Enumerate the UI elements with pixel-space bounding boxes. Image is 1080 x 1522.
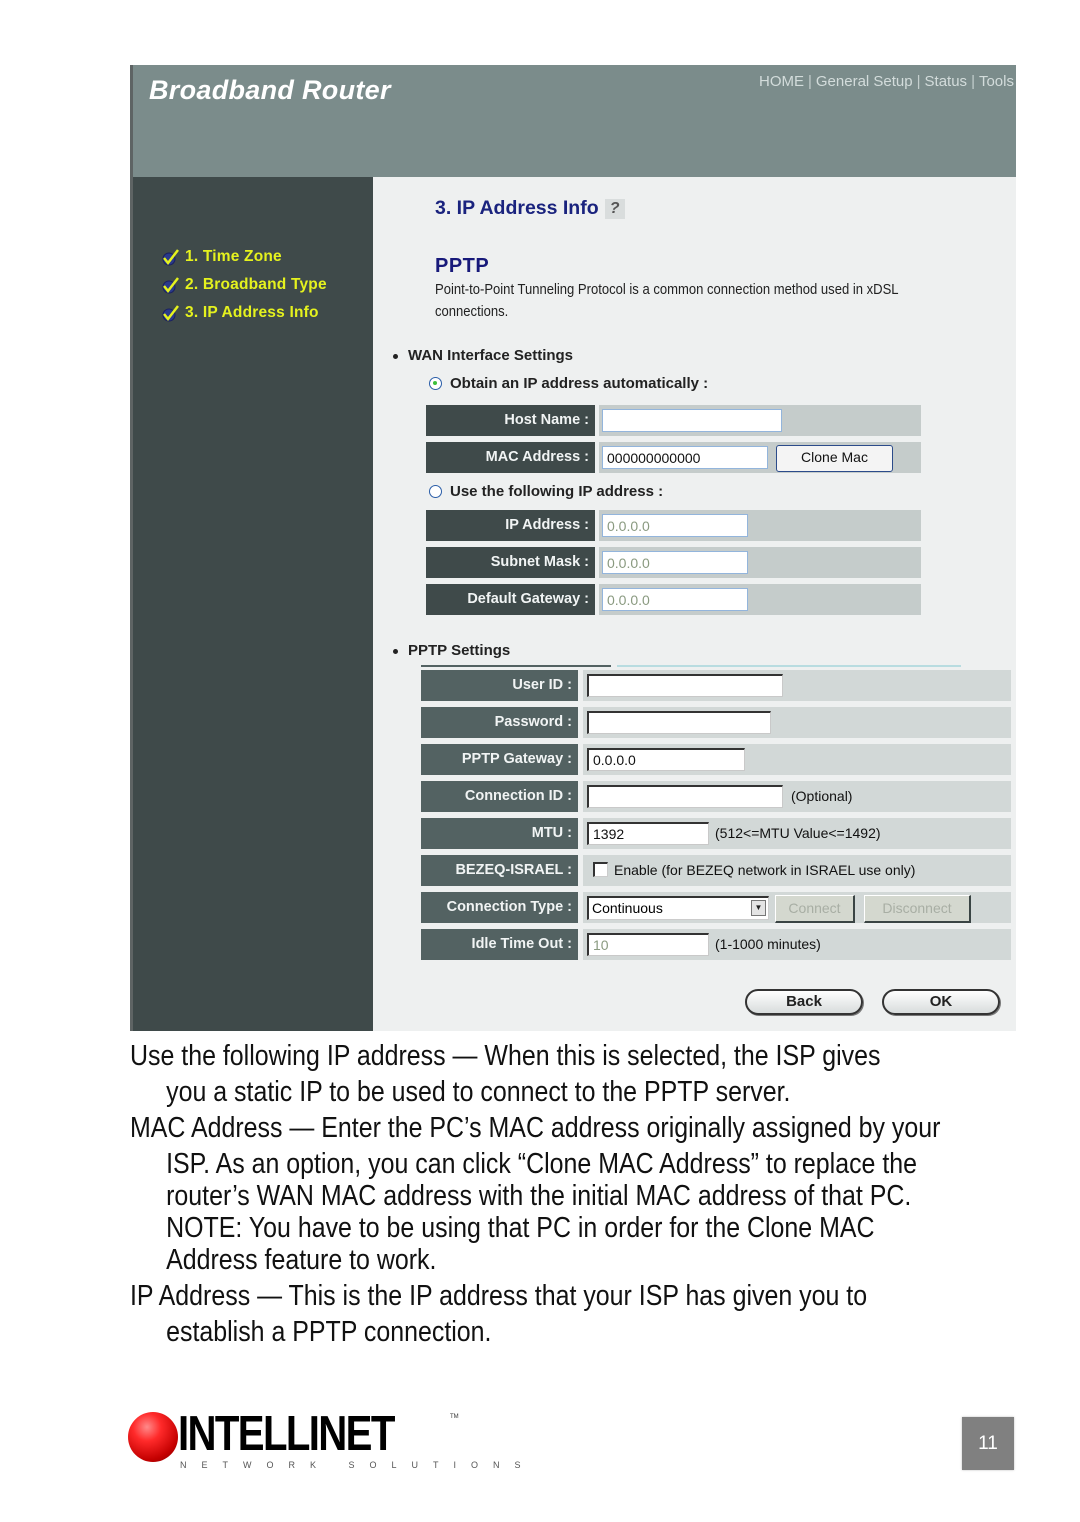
wizard-step-time-zone[interactable]: 1. Time Zone: [161, 243, 327, 271]
password-input[interactable]: [587, 711, 771, 734]
nav-home[interactable]: HOME: [759, 73, 804, 90]
router-screenshot: Broadband Router HOME | General Setup | Stat…: [130, 65, 1016, 1031]
checkmark-icon: [161, 276, 179, 294]
checkmark-icon: [161, 304, 179, 322]
paragraph-use-following-ip: Use the following IP address — When this…: [130, 1040, 881, 1108]
default-gateway-row: Default Gateway :: [426, 584, 921, 615]
nav-general-setup[interactable]: General Setup: [816, 73, 913, 90]
default-gateway-label: Default Gateway :: [426, 584, 595, 615]
host-name-row: Host Name :: [426, 405, 921, 436]
pptp-gateway-input[interactable]: [587, 748, 745, 771]
pptp-section-heading: PPTP Settings: [393, 642, 510, 659]
router-brand: Broadband Router: [149, 75, 391, 105]
user-id-label: User ID :: [421, 670, 578, 701]
idle-time-out-row: Idle Time Out : (1-1000 minutes): [421, 929, 1011, 960]
wizard-sidebar: 1. Time Zone 2. Broadband Type 3. IP Add…: [133, 177, 373, 1031]
mac-address-input[interactable]: [602, 446, 768, 469]
connect-button[interactable]: Connect: [775, 895, 855, 923]
router-header: Broadband Router HOME | General Setup | Stat…: [133, 65, 1016, 177]
nav-status[interactable]: Status: [925, 73, 968, 90]
clone-mac-button[interactable]: Clone Mac: [776, 445, 893, 472]
mtu-input[interactable]: [587, 822, 709, 845]
ip-address-label: IP Address :: [426, 510, 595, 541]
help-icon[interactable]: ?: [604, 198, 625, 219]
use-following-option[interactable]: Use the following IP address :: [429, 483, 663, 500]
connection-type-select[interactable]: Continuous ▼: [587, 896, 769, 920]
logo-tagline: NETWORK SOLUTIONS: [180, 1460, 536, 1470]
manual-body-text: Use the following IP address — When this…: [130, 1038, 1033, 1350]
connection-id-input[interactable]: [587, 785, 783, 808]
use-following-radio[interactable]: [429, 485, 442, 498]
paragraph-mac-address: MAC Address — Enter the PC’s MAC address…: [130, 1112, 941, 1276]
nav-tools[interactable]: Tools: [979, 73, 1014, 90]
mtu-label: MTU :: [421, 818, 578, 849]
trademark-symbol: TM: [450, 1414, 459, 1420]
connection-id-row: Connection ID : (Optional): [421, 781, 1011, 812]
paragraph-ip-address: IP Address — This is the IP address that…: [130, 1280, 868, 1348]
wan-section-heading: WAN Interface Settings: [393, 347, 573, 364]
section-divider: [421, 665, 611, 667]
back-button[interactable]: Back: [745, 989, 863, 1015]
pptp-gateway-label: PPTP Gateway :: [421, 744, 578, 775]
subnet-mask-input[interactable]: [602, 551, 748, 574]
mac-address-label: MAC Address :: [426, 442, 595, 473]
page-number: 11: [962, 1417, 1014, 1470]
disconnect-button[interactable]: Disconnect: [864, 895, 971, 923]
bezeq-checkbox[interactable]: [593, 862, 608, 877]
ok-button[interactable]: OK: [882, 989, 1000, 1015]
dropdown-arrow-icon[interactable]: ▼: [751, 900, 766, 916]
idle-time-out-input[interactable]: [587, 933, 709, 956]
section-divider: [617, 665, 961, 667]
bezeq-row: BEZEQ-ISRAEL : Enable (for BEZEQ network…: [421, 855, 1011, 886]
bullet-icon: [393, 353, 398, 359]
connection-type-label: Connection Type :: [421, 892, 578, 923]
intellinet-logo: INTELLINET TM NETWORK SOLUTIONS: [128, 1407, 521, 1470]
connection-id-hint: (Optional): [791, 788, 853, 804]
idle-time-out-hint: (1-1000 minutes): [715, 936, 821, 952]
bezeq-label: BEZEQ-ISRAEL :: [421, 855, 578, 886]
password-row: Password :: [421, 707, 1011, 738]
wizard-step-broadband-type[interactable]: 2. Broadband Type: [161, 271, 327, 299]
obtain-auto-option[interactable]: Obtain an IP address automatically :: [429, 375, 708, 392]
bezeq-enable-option[interactable]: Enable (for BEZEQ network in ISRAEL use …: [593, 862, 915, 878]
mac-address-row: MAC Address : Clone Mac: [426, 442, 921, 473]
top-nav: HOME | General Setup | Status | Tools: [758, 73, 1014, 90]
main-panel: 3. IP Address Info? PPTP Point-to-Point …: [373, 177, 1016, 1031]
connection-type-row: Connection Type : Continuous ▼ Connect Di…: [421, 892, 1011, 923]
logo-ball-icon: [128, 1412, 178, 1462]
page-title: 3. IP Address Info?: [435, 197, 625, 220]
bullet-icon: [393, 648, 398, 654]
connection-id-label: Connection ID :: [421, 781, 578, 812]
protocol-title: PPTP: [435, 255, 490, 277]
obtain-auto-radio[interactable]: [429, 377, 442, 390]
checkmark-icon: [161, 248, 179, 266]
protocol-description: Point-to-Point Tunneling Protocol is a c…: [435, 282, 899, 320]
user-id-input[interactable]: [587, 674, 783, 697]
pptp-gateway-row: PPTP Gateway :: [421, 744, 1011, 775]
ip-address-input[interactable]: [602, 514, 748, 537]
host-name-label: Host Name :: [426, 405, 595, 436]
ip-address-row: IP Address :: [426, 510, 921, 541]
password-label: Password :: [421, 707, 578, 738]
idle-time-out-label: Idle Time Out :: [421, 929, 578, 960]
default-gateway-input[interactable]: [602, 588, 748, 611]
mtu-hint: (512<=MTU Value<=1492): [715, 825, 881, 841]
subnet-mask-row: Subnet Mask :: [426, 547, 921, 578]
logo-wordmark: INTELLINET: [178, 1407, 395, 1461]
host-name-input[interactable]: [602, 409, 782, 432]
wizard-step-ip-address-info[interactable]: 3. IP Address Info: [161, 299, 327, 327]
subnet-mask-label: Subnet Mask :: [426, 547, 595, 578]
user-id-row: User ID :: [421, 670, 1011, 701]
mtu-row: MTU : (512<=MTU Value<=1492): [421, 818, 1011, 849]
